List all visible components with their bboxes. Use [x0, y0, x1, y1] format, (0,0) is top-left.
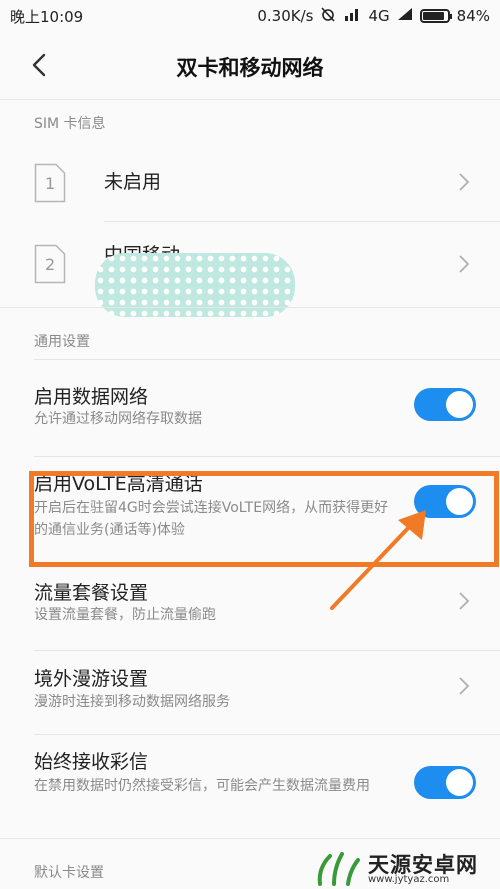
setting-description: 设置流量套餐，防止流量偷跑 — [34, 607, 216, 623]
setting-row-data-plan[interactable]: 流量套餐设置 设置流量套餐，防止流量偷跑 — [0, 568, 500, 654]
battery-icon — [419, 9, 452, 23]
chevron-right-icon — [456, 253, 472, 275]
setting-title: 启用VoLTE高清通话 — [34, 473, 203, 495]
sim-card-icon: 1 — [34, 163, 66, 203]
alarm-off-icon — [320, 6, 336, 26]
mobile-data-toggle[interactable] — [414, 388, 476, 421]
sim-card-row-1[interactable]: 1 未启用 — [0, 141, 500, 221]
hd-signal-icon — [343, 7, 361, 26]
battery-level: 84% — [456, 7, 490, 25]
chevron-right-icon — [456, 675, 472, 697]
status-time: 晚上10:09 — [10, 8, 84, 26]
page-title: 双卡和移动网络 — [176, 56, 324, 80]
sim-card-name: 未启用 — [104, 171, 162, 193]
setting-row-roaming[interactable]: 境外漫游设置 漫游时连接到移动数据网络服务 — [0, 651, 500, 737]
section-label-sim: SIM 卡信息 — [34, 116, 106, 132]
status-bar: 晚上10:09 0.30K/s 4G 84% — [0, 0, 500, 32]
setting-title: 启用数据网络 — [34, 386, 149, 408]
divider — [0, 838, 500, 839]
toggle-knob — [446, 391, 473, 418]
chevron-right-icon — [456, 171, 472, 193]
setting-row-mobile-data[interactable]: 启用数据网络 允许通过移动网络存取数据 — [0, 360, 500, 456]
sim-slot-number: 2 — [45, 255, 56, 274]
network-type: 4G — [368, 7, 390, 25]
divider — [0, 99, 500, 100]
setting-row-mms[interactable]: 始终接收彩信 在禁用数据时仍然接受彩信，可能会产生数据流量费用 — [0, 735, 500, 835]
watermark-url: www.jytyaz.com — [368, 874, 450, 885]
mms-toggle[interactable] — [414, 766, 476, 799]
setting-title: 流量套餐设置 — [34, 582, 149, 604]
setting-title: 境外漫游设置 — [34, 668, 149, 690]
toggle-knob — [446, 488, 473, 515]
sim-slot-number: 1 — [45, 174, 56, 193]
network-speed: 0.30K/s — [257, 7, 314, 25]
chevron-right-icon — [456, 590, 472, 612]
title-bar: 双卡和移动网络 — [0, 32, 500, 98]
section-label-default-card: 默认卡设置 — [34, 865, 104, 881]
status-indicators: 0.30K/s 4G 84% — [257, 6, 490, 26]
watermark-logo-icon — [317, 852, 360, 886]
setting-description: 漫游时连接到移动数据网络服务 — [34, 694, 230, 710]
setting-description: 允许通过移动网络存取数据 — [34, 411, 202, 427]
sim-card-icon: 2 — [34, 244, 66, 284]
divider — [0, 307, 500, 308]
setting-title: 始终接收彩信 — [34, 751, 149, 773]
setting-description: 在禁用数据时仍然接受彩信，可能会产生数据流量费用 — [34, 778, 370, 794]
section-label-general: 通用设置 — [34, 334, 90, 350]
toggle-knob — [446, 769, 473, 796]
signal-icon — [397, 7, 413, 25]
